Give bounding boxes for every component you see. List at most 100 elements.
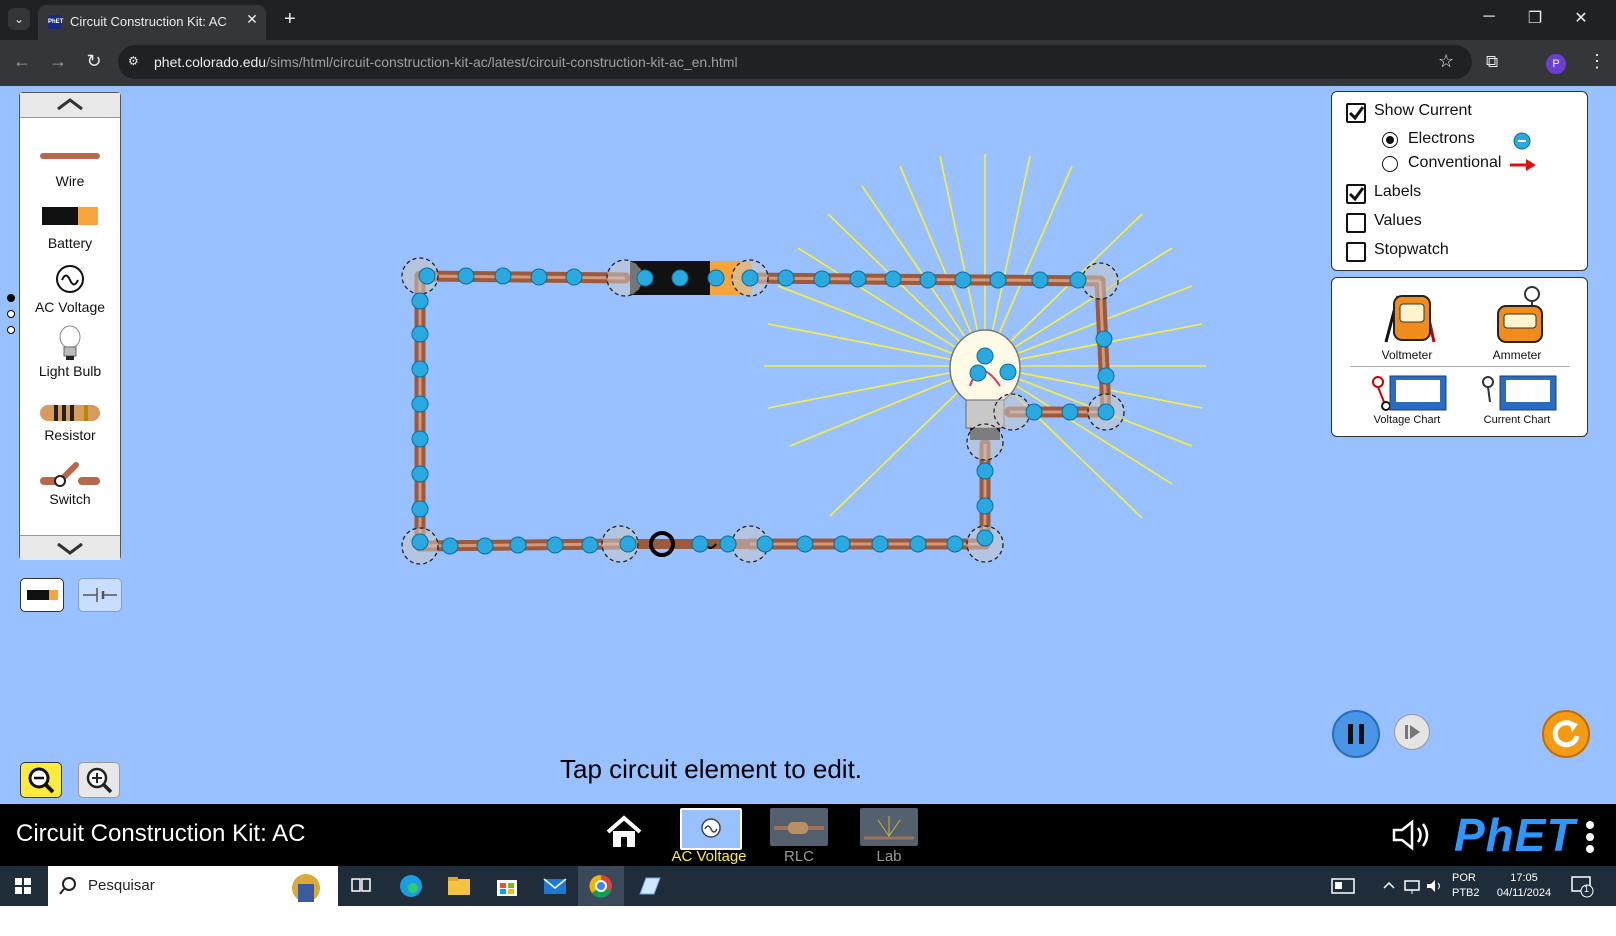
toolbox-label-switch: Switch: [49, 491, 91, 507]
forward-arrow-icon[interactable]: →: [46, 51, 70, 72]
browser-tab-bar: ⌄ PhET Circuit Construction Kit: AC ✕ + …: [0, 0, 1616, 40]
bookmark-star-icon[interactable]: ☆: [1438, 51, 1454, 72]
url-text[interactable]: phet.colorado.edu/sims/html/circuit-cons…: [154, 54, 738, 70]
address-bar[interactable]: ⚙ phet.colorado.edu/sims/html/circuit-co…: [118, 45, 1472, 79]
toolbox-battery[interactable]: Battery: [20, 197, 120, 257]
toolbox-label-light-bulb: Light Bulb: [38, 363, 102, 379]
ammeter-tool[interactable]: Ammeter: [1462, 284, 1572, 364]
vertices[interactable]: [401, 257, 1125, 565]
lifelike-view-button[interactable]: [20, 578, 64, 612]
step-forward-button[interactable]: [1394, 714, 1430, 750]
new-tab-button[interactable]: +: [284, 8, 296, 30]
toolbox-label-wire: Wire: [55, 173, 85, 189]
current-chart-label: Current Chart: [1483, 414, 1551, 426]
ammeter-label: Ammeter: [1492, 348, 1542, 362]
current-chart-tool[interactable]: Current Chart: [1462, 370, 1572, 430]
sim-navigation-bar: Circuit Construction Kit: AC AC Voltage …: [0, 804, 1616, 866]
taskbar-search-box[interactable]: Pesquisar: [48, 866, 338, 906]
sensors-panel: Voltmeter Ammeter Voltage Chart Current …: [1331, 277, 1588, 437]
browser-menu-icon[interactable]: ⋮: [1588, 51, 1606, 72]
task-view-icon[interactable]: [346, 872, 376, 900]
screen-label-lab: Lab: [876, 848, 902, 865]
screen-label-ac-voltage: AC Voltage: [671, 848, 747, 865]
network-icon[interactable]: [1402, 876, 1422, 896]
browser-toolbar: ← → ↻ ⚙ phet.colorado.edu/sims/html/circ…: [0, 40, 1616, 86]
values-label: Values: [1374, 212, 1422, 229]
toolbox-page-dot-1[interactable]: [7, 294, 15, 302]
battery-icon: [27, 590, 58, 600]
windows-logo-icon: [15, 878, 31, 894]
zoom-out-button[interactable]: [20, 762, 62, 798]
notifications-button[interactable]: 1: [1570, 874, 1594, 903]
checkbox-checked-icon: [1346, 103, 1366, 123]
file-explorer-icon[interactable]: [444, 872, 474, 900]
magnifier-minus-icon: [28, 767, 55, 794]
windows-taskbar: Pesquisar POR PTB2 17:05 04/11/2024 1: [0, 866, 1616, 909]
display-options-panel: Show Current Electrons Conventional Labe…: [1331, 91, 1588, 271]
toolbox-label-battery: Battery: [47, 235, 93, 251]
magnifier-plus-icon: [86, 767, 113, 794]
store-icon[interactable]: [492, 872, 522, 900]
lab-screen-icon: [860, 808, 918, 846]
news-widget-icon[interactable]: [1330, 876, 1356, 896]
ammeter-icon: [1497, 286, 1543, 343]
reload-icon[interactable]: ↻: [82, 51, 106, 72]
tab-close-icon[interactable]: ✕: [242, 11, 262, 28]
restore-icon[interactable]: ❐: [1520, 8, 1550, 28]
rlc-screen-icon: [770, 808, 828, 846]
edge-icon[interactable]: [396, 872, 426, 900]
extensions-icon[interactable]: ⧉: [1486, 52, 1498, 72]
toolbox-light-bulb[interactable]: Light Bulb: [20, 325, 120, 385]
voltmeter-tool[interactable]: Voltmeter: [1352, 284, 1462, 364]
reset-icon: [1552, 720, 1580, 748]
current-chart-icon: [1482, 375, 1557, 411]
site-info-icon[interactable]: ⚙: [128, 54, 144, 70]
toolbox-page-dot-3[interactable]: [7, 326, 15, 334]
browser-tab[interactable]: PhET Circuit Construction Kit: AC ✕: [38, 5, 266, 40]
toolbox-page-dot-2[interactable]: [7, 310, 15, 318]
electron-icon: [1513, 132, 1531, 150]
home-icon: [606, 815, 642, 847]
toolbox-switch[interactable]: Switch: [20, 453, 120, 513]
back-arrow-icon[interactable]: ←: [10, 51, 34, 72]
search-highlight-icon: [292, 874, 320, 902]
minimize-icon[interactable]: ─: [1474, 8, 1504, 26]
toolbox-wire[interactable]: Wire: [20, 133, 120, 193]
schematic-battery-icon: [83, 588, 117, 602]
voltmeter-label: Voltmeter: [1381, 348, 1433, 362]
mail-icon[interactable]: [540, 872, 570, 900]
zoom-in-button[interactable]: [78, 762, 120, 798]
schematic-view-button[interactable]: [78, 578, 122, 612]
wire-icon: [40, 153, 100, 159]
app-icon[interactable]: [634, 872, 664, 900]
phet-menu-button[interactable]: [1584, 820, 1596, 859]
resistor-icon: [40, 405, 100, 421]
clock-date: 04/11/2024: [1496, 887, 1552, 899]
volume-icon[interactable]: [1424, 876, 1444, 896]
voltage-chart-icon: [1372, 375, 1447, 411]
window-close-icon[interactable]: ✕: [1566, 8, 1596, 28]
clock[interactable]: 17:05 04/11/2024: [1492, 871, 1556, 901]
screen-label-rlc: RLC: [783, 848, 814, 865]
toolbox-resistor[interactable]: Resistor: [20, 389, 120, 449]
start-button[interactable]: [0, 866, 46, 906]
input-language-indicator[interactable]: POR PTB2: [1452, 871, 1480, 901]
chevron-up-icon[interactable]: [1382, 878, 1396, 894]
sound-toggle-button[interactable]: [1390, 818, 1434, 857]
component-toolbox: Wire Battery AC Voltage Light Bulb Resis…: [19, 92, 121, 560]
play-pause-button[interactable]: [1332, 710, 1380, 758]
toolbox-scroll-up-button[interactable]: [20, 93, 120, 118]
toolbox-ac-voltage[interactable]: AC Voltage: [20, 261, 120, 321]
red-arrow-icon: [1510, 159, 1536, 171]
voltage-chart-tool[interactable]: Voltage Chart: [1352, 370, 1462, 430]
home-button[interactable]: [604, 814, 644, 855]
url-host: phet.colorado.edu: [154, 54, 267, 70]
keyboard-layout: PTB2: [1452, 887, 1480, 899]
tab-search-button[interactable]: ⌄: [8, 8, 30, 30]
reset-all-button[interactable]: [1542, 710, 1590, 758]
profile-avatar[interactable]: P: [1546, 54, 1566, 74]
toolbox-scroll-down-button[interactable]: [20, 535, 120, 560]
vertical-dots-icon: [1586, 821, 1594, 853]
tab-title: Circuit Construction Kit: AC: [70, 14, 227, 29]
chrome-taskbar-button[interactable]: [578, 866, 624, 909]
